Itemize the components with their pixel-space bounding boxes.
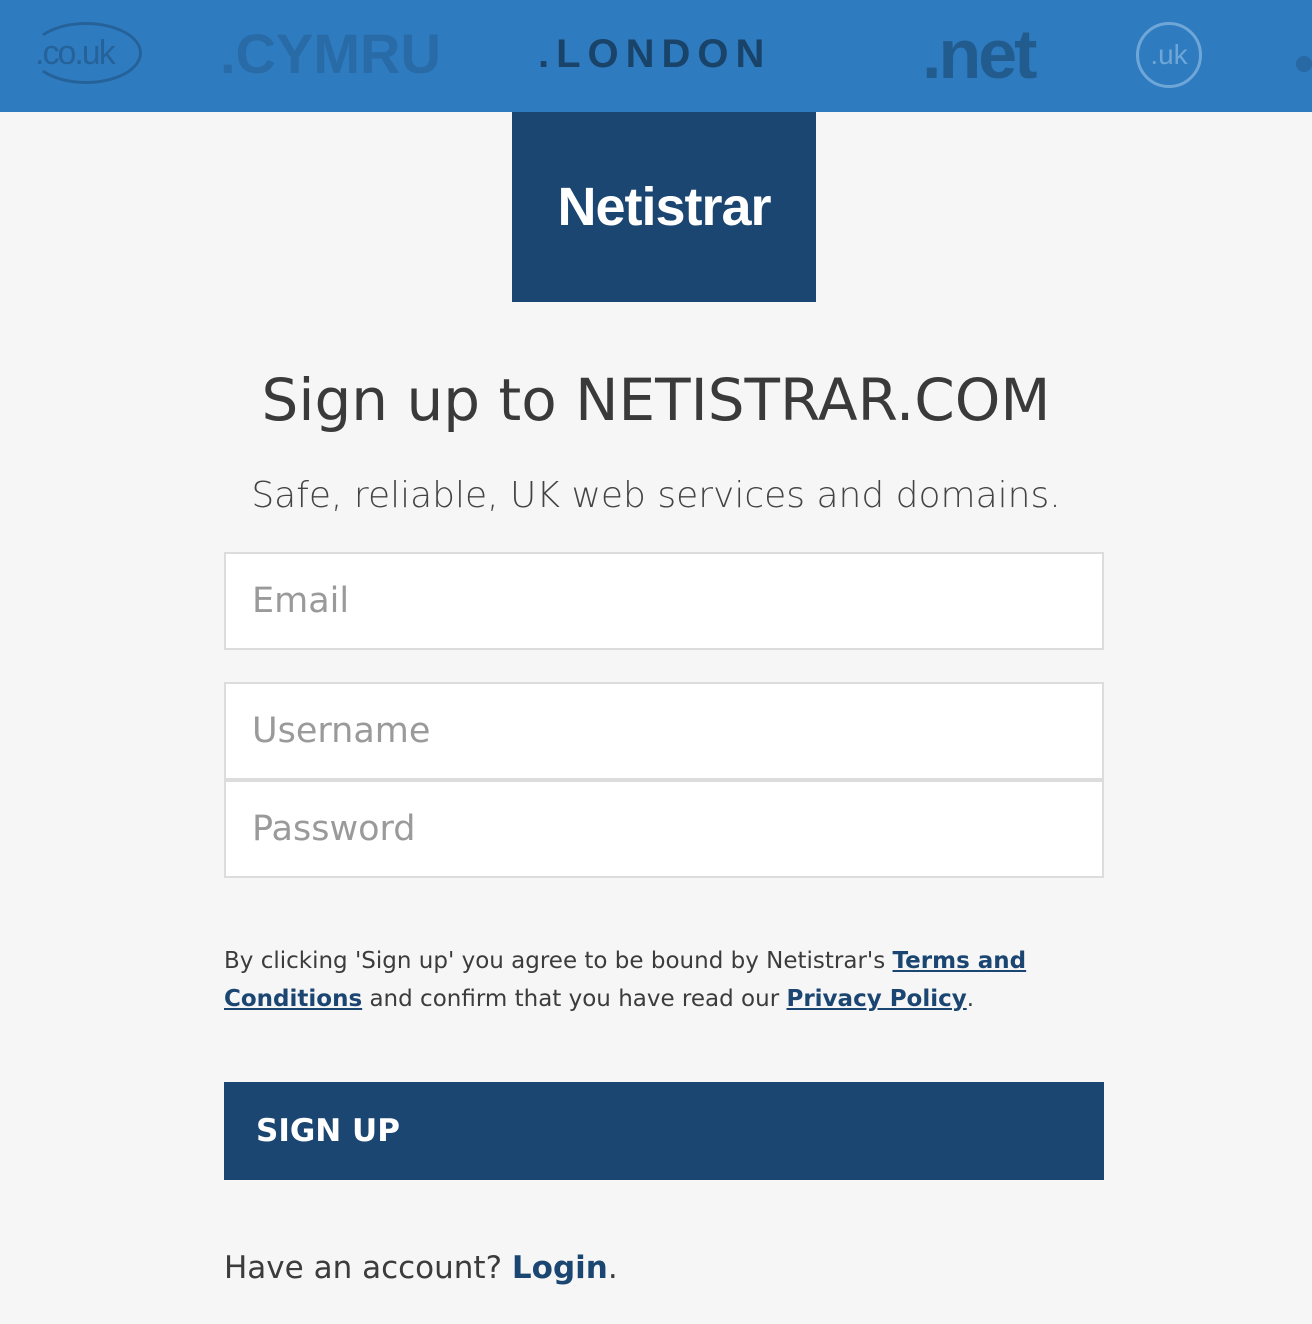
tld-net-logo: .net bbox=[922, 15, 1037, 93]
tld-couk-logo: .co.uk bbox=[30, 22, 142, 84]
tld-banner: .co.uk .CYMRU .LONDON .net .uk bbox=[0, 0, 1312, 112]
legal-suffix: . bbox=[966, 986, 975, 1012]
legal-middle: and confirm that you have read our bbox=[362, 986, 787, 1012]
tld-cymru-logo: .CYMRU bbox=[220, 22, 441, 85]
logo-text: Netistrar bbox=[557, 177, 771, 237]
login-prompt-text: Have an account? bbox=[224, 1250, 512, 1286]
sign-up-button[interactable]: SIGN UP bbox=[224, 1082, 1104, 1180]
page-title: Sign up to NETISTRAR.COM bbox=[261, 366, 1051, 434]
page-subtitle: Safe, reliable, UK web services and doma… bbox=[251, 475, 1061, 516]
legal-prefix: By clicking 'Sign up' you agree to be bo… bbox=[224, 948, 893, 974]
login-prompt: Have an account? Login. bbox=[224, 1244, 618, 1292]
password-input[interactable] bbox=[224, 780, 1104, 878]
banner-dot-decoration bbox=[1296, 56, 1312, 72]
tld-london-logo: .LONDON bbox=[538, 32, 772, 76]
username-input[interactable] bbox=[224, 682, 1104, 780]
login-suffix: . bbox=[607, 1250, 618, 1286]
tld-uk-logo: .uk bbox=[1136, 22, 1202, 88]
netistrar-logo[interactable]: Netistrar bbox=[512, 112, 816, 302]
privacy-policy-link[interactable]: Privacy Policy bbox=[786, 986, 966, 1012]
legal-notice: By clicking 'Sign up' you agree to be bo… bbox=[224, 942, 1104, 1018]
email-input[interactable] bbox=[224, 552, 1104, 650]
login-link[interactable]: Login bbox=[512, 1250, 608, 1286]
